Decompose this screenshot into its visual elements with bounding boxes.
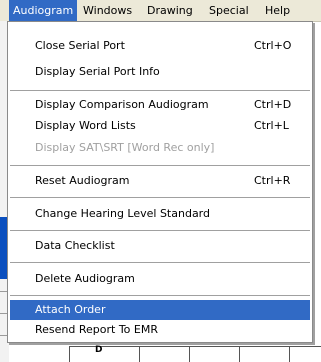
menu-separator: [10, 230, 310, 231]
menu-separator: [10, 197, 310, 198]
menu-item-reset-audiogram[interactable]: Reset Audiogram Ctrl+R: [10, 171, 310, 191]
chart-gridline: [189, 346, 190, 362]
menu-drawing[interactable]: Drawing: [143, 0, 197, 21]
menu-separator: [10, 165, 310, 166]
menu-item-label: Data Checklist: [35, 239, 115, 252]
chart-gridline: [69, 346, 70, 362]
menu-separator: [10, 90, 310, 91]
menu-item-attach-order[interactable]: Attach Order: [10, 300, 310, 320]
chart-gridline: [69, 346, 321, 347]
menu-item-shortcut: Ctrl+R: [254, 174, 291, 187]
menu-separator: [10, 295, 310, 296]
background-audiogram-chart: D: [9, 340, 321, 362]
menu-item-data-checklist[interactable]: Data Checklist: [10, 236, 310, 256]
menu-special[interactable]: Special: [205, 0, 253, 21]
menu-item-label: Display SAT\SRT [Word Rec only]: [35, 141, 215, 154]
menu-item-label: Display Comparison Audiogram: [35, 98, 209, 111]
menu-item-display-comparison-audiogram[interactable]: Display Comparison Audiogram Ctrl+D: [10, 95, 310, 115]
menu-item-close-serial-port[interactable]: Close Serial Port Ctrl+O: [10, 36, 310, 56]
menu-item-display-serial-port-info[interactable]: Display Serial Port Info: [10, 62, 310, 82]
menu-item-display-sat-srt: Display SAT\SRT [Word Rec only]: [10, 138, 310, 158]
chart-gridline: [239, 346, 240, 362]
menu-item-label: Reset Audiogram: [35, 174, 130, 187]
menu-item-resend-report-to-emr[interactable]: Resend Report To EMR: [10, 320, 310, 340]
menu-bar: Audiogram Windows Drawing Special Help: [0, 0, 321, 22]
menu-item-shortcut: Ctrl+L: [254, 119, 289, 132]
chart-gridline: [289, 346, 290, 362]
menu-item-delete-audiogram[interactable]: Delete Audiogram: [10, 269, 310, 289]
menu-item-label: Delete Audiogram: [35, 272, 135, 285]
menu-audiogram[interactable]: Audiogram: [9, 0, 78, 21]
menu-help[interactable]: Help: [261, 0, 294, 21]
menu-item-label: Change Hearing Level Standard: [35, 207, 210, 220]
menu-item-label: Display Serial Port Info: [35, 65, 160, 78]
menu-item-label: Display Word Lists: [35, 119, 136, 132]
chart-axis-label: D: [95, 345, 103, 355]
menu-item-label: Resend Report To EMR: [35, 323, 158, 336]
menu-item-shortcut: Ctrl+O: [254, 39, 292, 52]
menu-item-label: Attach Order: [35, 303, 106, 316]
menu-item-change-hearing-level-standard[interactable]: Change Hearing Level Standard: [10, 204, 310, 224]
menu-item-display-word-lists[interactable]: Display Word Lists Ctrl+L: [10, 116, 310, 136]
menu-item-label: Close Serial Port: [35, 39, 125, 52]
audiogram-dropdown-menu: Close Serial Port Ctrl+O Display Serial …: [7, 21, 313, 343]
menu-separator: [10, 262, 310, 263]
chart-gridline: [139, 346, 140, 362]
menu-windows[interactable]: Windows: [79, 0, 136, 21]
menu-item-shortcut: Ctrl+D: [254, 98, 292, 111]
